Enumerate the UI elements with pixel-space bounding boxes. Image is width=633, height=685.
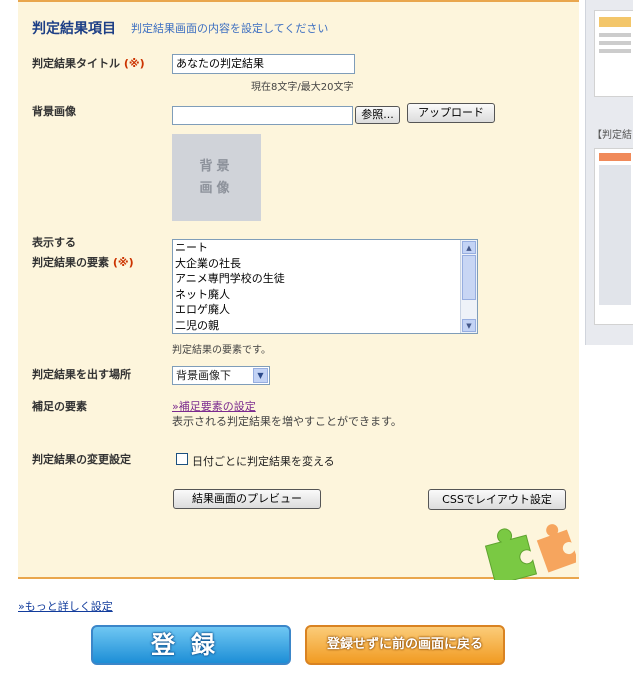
result-title-input[interactable]: あなたの判定結果 xyxy=(172,54,355,74)
thumbnail-line xyxy=(599,33,631,37)
supplement-note: 表示される判定結果を増やすことができます。 xyxy=(172,415,402,428)
scroll-up-arrow-icon[interactable]: ▲ xyxy=(462,241,476,254)
bg-placeholder-line2: 画像 xyxy=(199,180,234,196)
section-title: 判定結果項目 xyxy=(32,21,116,37)
char-counter: 現在8文字/最大20文字 xyxy=(251,82,354,93)
section-subtitle: 判定結果画面の内容を設定してください xyxy=(131,22,329,35)
list-item[interactable]: 大企業の社長 xyxy=(173,256,477,272)
listbox-scrollbar[interactable]: ▲ ▼ xyxy=(460,240,477,333)
supplement-settings-link[interactable]: »補足要素の設定 xyxy=(172,398,256,414)
preview-thumbnail-bottom[interactable] xyxy=(594,148,633,325)
bg-placeholder-line1: 背景 xyxy=(199,158,234,174)
preview-column: 【判定結 xyxy=(585,0,633,345)
settings-panel: 判定結果項目 判定結果画面の内容を設定してください 判定結果タイトル (※) あ… xyxy=(18,0,579,580)
elements-label-text: 判定結果の要素 xyxy=(32,256,109,269)
position-label: 判定結果を出す場所 xyxy=(32,368,131,381)
more-settings-link[interactable]: »もっと詳しく設定 xyxy=(18,598,113,614)
elements-label-line2: 判定結果の要素 (※) xyxy=(32,254,134,270)
list-item[interactable]: エロゲ廃人 xyxy=(173,302,477,318)
result-title-label-text: 判定結果タイトル xyxy=(32,57,120,70)
thumbnail-header xyxy=(599,153,631,161)
required-mark: (※) xyxy=(112,256,134,269)
list-item[interactable]: 二児の親 xyxy=(173,318,477,334)
position-selected-value: 背景画像下 xyxy=(176,369,231,382)
elements-label-line1: 表示する xyxy=(32,236,76,249)
scroll-thumb[interactable] xyxy=(462,255,476,300)
change-setting-label: 判定結果の変更設定 xyxy=(32,453,131,466)
required-mark: (※) xyxy=(123,57,145,70)
bg-image-file-input[interactable] xyxy=(172,106,353,125)
list-item[interactable]: ニート xyxy=(173,240,477,256)
thumbnail-header xyxy=(599,17,631,27)
bg-image-label: 背景画像 xyxy=(32,105,76,118)
dropdown-arrow-icon[interactable]: ▼ xyxy=(253,368,268,383)
elements-listbox[interactable]: ニート 大企業の社長 アニメ専門学校の生徒 ネット廃人 エロゲ廃人 二児の親 ▲ ▼ xyxy=(172,239,478,334)
upload-button[interactable]: アップロード xyxy=(407,103,495,123)
preview-thumbnail-top[interactable] xyxy=(594,10,633,97)
thumbnail-line xyxy=(599,41,631,45)
supplement-label: 補足の要素 xyxy=(32,400,87,413)
list-item[interactable]: アニメ専門学校の生徒 xyxy=(173,271,477,287)
preview-caption: 【判定結 xyxy=(592,130,632,141)
register-button[interactable]: 登録 xyxy=(91,625,291,665)
preview-button[interactable]: 結果画面のプレビュー xyxy=(173,489,321,509)
result-title-label: 判定結果タイトル (※) xyxy=(32,55,145,71)
elements-note: 判定結果の要素です。 xyxy=(172,345,271,356)
thumbnail-line xyxy=(599,49,631,53)
browse-button[interactable]: 参照... xyxy=(355,106,400,124)
puzzle-pieces-icon xyxy=(484,524,576,580)
elements-list: ニート 大企業の社長 アニメ専門学校の生徒 ネット廃人 エロゲ廃人 二児の親 xyxy=(173,240,477,333)
css-layout-button[interactable]: CSSでレイアウト設定 xyxy=(428,489,566,510)
position-select[interactable]: 背景画像下 ▼ xyxy=(172,366,270,385)
back-without-saving-button[interactable]: 登録せずに前の画面に戻る xyxy=(305,625,505,665)
scroll-down-arrow-icon[interactable]: ▼ xyxy=(462,319,476,332)
thumbnail-body xyxy=(599,165,631,305)
date-change-checkbox[interactable] xyxy=(176,453,188,465)
date-change-checkbox-label[interactable]: 日付ごとに判定結果を変える xyxy=(192,453,335,469)
list-item[interactable]: ネット廃人 xyxy=(173,287,477,303)
bg-image-placeholder: 背景 画像 xyxy=(172,134,261,221)
